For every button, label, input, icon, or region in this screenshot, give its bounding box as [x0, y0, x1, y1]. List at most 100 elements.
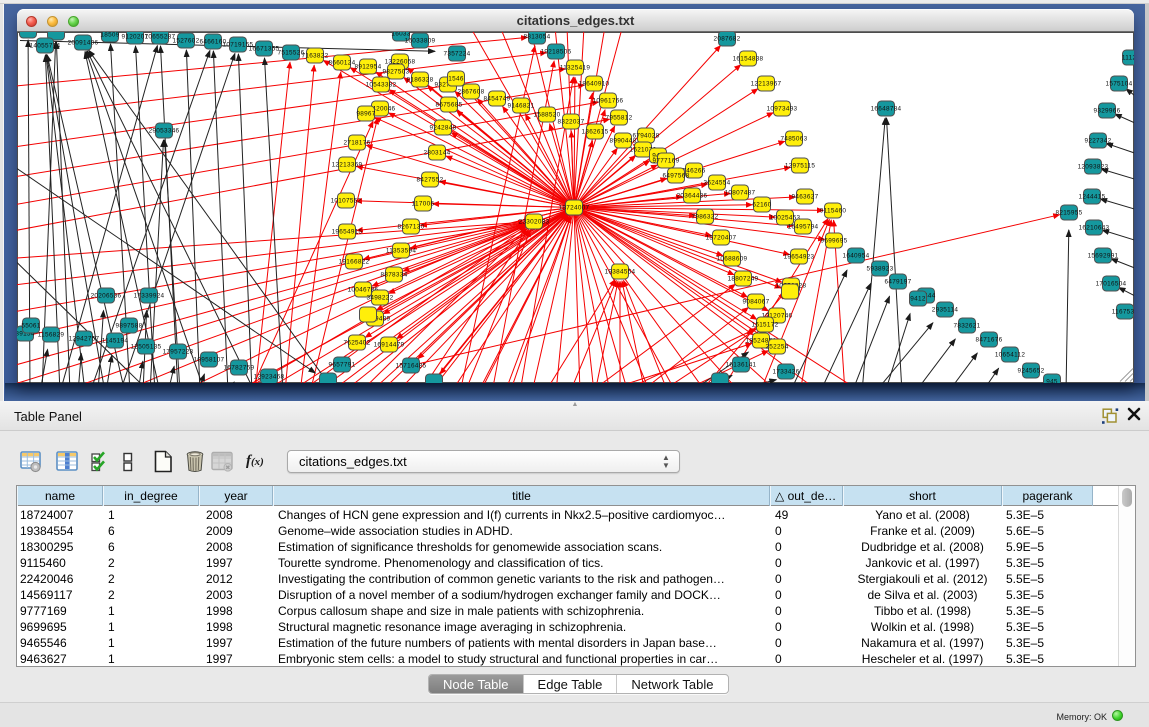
svg-text:2803144: 2803144	[424, 150, 451, 157]
svg-text:19654915: 19654915	[332, 229, 363, 236]
svg-text:15692991: 15692991	[1088, 253, 1119, 260]
svg-text:8912954: 8912954	[355, 64, 382, 71]
svg-text:19654923: 19654923	[784, 254, 815, 261]
svg-text:5938923: 5938923	[867, 266, 894, 273]
svg-text:8454749: 8454749	[484, 96, 511, 103]
svg-text:9115460: 9115460	[820, 208, 847, 215]
svg-text:12213967: 12213967	[751, 81, 782, 88]
svg-text:9897588: 9897588	[116, 323, 143, 330]
svg-text:98967: 98967	[356, 111, 375, 118]
svg-text:8322037: 8322037	[558, 119, 585, 126]
svg-text:18640910: 18640910	[579, 81, 610, 88]
svg-text:8215955: 8215955	[1056, 210, 1083, 217]
svg-text:10961766: 10961766	[593, 98, 624, 105]
svg-text:1615172: 1615172	[752, 322, 779, 329]
svg-text:17016504: 17016504	[1096, 281, 1127, 288]
svg-text:16210643: 16210643	[1079, 225, 1110, 232]
svg-text:8660124: 8660124	[329, 60, 356, 67]
svg-text:16671355: 16671355	[249, 46, 280, 53]
svg-text:9699695: 9699695	[821, 238, 848, 245]
svg-text:7357224: 7357224	[444, 51, 471, 58]
svg-text:1546: 1546	[448, 76, 464, 83]
svg-text:1575104: 1575104	[1106, 81, 1133, 88]
svg-text:9463627: 9463627	[792, 194, 819, 201]
svg-text:20364436: 20364436	[677, 193, 708, 200]
svg-text:9227342: 9227342	[1085, 138, 1112, 145]
svg-text:11325419: 11325419	[560, 65, 591, 72]
svg-text:10654112: 10654112	[995, 352, 1026, 359]
svg-text:8186328: 8186328	[407, 77, 434, 84]
svg-text:18724007: 18724007	[559, 205, 590, 212]
svg-text:6479197: 6479197	[885, 279, 912, 286]
svg-text:9146821: 9146821	[508, 103, 535, 110]
svg-text:12505135: 12505135	[131, 344, 162, 351]
svg-text:945: 945	[1046, 379, 1058, 383]
svg-text:17339924: 17339924	[134, 293, 165, 300]
svg-text:10655287: 10655287	[145, 34, 176, 41]
svg-text:3498222: 3498222	[367, 295, 394, 302]
svg-text:15716485: 15716485	[396, 363, 427, 370]
svg-text:10807487: 10807487	[725, 190, 756, 197]
svg-text:1588520: 1588520	[534, 112, 561, 119]
svg-text:8427552: 8427552	[417, 177, 444, 184]
svg-text:12213369: 12213369	[332, 162, 363, 169]
svg-text:2087682: 2087682	[714, 36, 741, 43]
svg-text:19166822: 19166822	[339, 259, 370, 266]
svg-text:7832621: 7832621	[954, 323, 981, 330]
svg-text:29053346: 29053346	[149, 128, 180, 135]
svg-text:8675685: 8675685	[436, 102, 463, 109]
svg-text:7986322: 7986322	[692, 214, 719, 221]
svg-text:20206536: 20206536	[91, 293, 122, 300]
svg-text:6497568: 6497568	[663, 173, 690, 180]
svg-text:1527602: 1527602	[173, 38, 200, 45]
svg-text:7625402: 7625402	[344, 340, 371, 347]
svg-text:1145194: 1145194	[102, 338, 129, 345]
svg-text:20091406: 20091406	[68, 40, 99, 47]
svg-text:16033809: 16033809	[405, 38, 436, 45]
svg-text:16136141: 16136141	[726, 362, 757, 369]
svg-text:11123: 11123	[1122, 55, 1134, 62]
svg-text:9329966: 9329966	[1094, 108, 1121, 115]
svg-text:12923468: 12923468	[254, 374, 285, 381]
svg-text:10973493: 10973493	[767, 106, 798, 113]
svg-text:7485063: 7485063	[781, 136, 808, 143]
svg-text:1733426: 1733426	[773, 369, 800, 376]
svg-text:1167533: 1167533	[1112, 309, 1134, 316]
svg-text:2935114: 2935114	[932, 307, 959, 314]
svg-text:18509: 18509	[100, 32, 119, 39]
svg-text:12093823: 12093823	[1078, 164, 1109, 171]
svg-text:9084067: 9084067	[743, 299, 770, 306]
svg-text:9827503: 9827503	[383, 69, 410, 76]
svg-text:8878334: 8878334	[381, 272, 408, 279]
svg-text:1640954: 1640954	[843, 253, 870, 260]
svg-text:62160: 62160	[752, 202, 771, 209]
svg-text:12975115: 12975115	[785, 163, 816, 170]
svg-text:55061: 55061	[21, 323, 40, 330]
svg-text:8267130: 8267130	[398, 224, 425, 231]
svg-text:16914479: 16914479	[374, 342, 405, 349]
svg-text:16782759: 16782759	[224, 365, 255, 372]
svg-text:9777169: 9777169	[653, 158, 680, 165]
svg-text:10958107: 10958107	[194, 357, 225, 364]
svg-text:9245652: 9245652	[1018, 368, 1045, 375]
svg-text:16495794: 16495794	[788, 224, 819, 231]
svg-text:2718176: 2718176	[344, 140, 371, 147]
svg-text:18807249: 18807249	[728, 276, 759, 283]
svg-text:9412: 9412	[910, 296, 926, 303]
svg-text:7955812: 7955812	[606, 115, 633, 122]
svg-text:14055714: 14055714	[30, 43, 61, 50]
svg-text:1362615: 1362615	[582, 129, 609, 136]
svg-text:6794028: 6794028	[633, 133, 660, 140]
svg-text:252254: 252254	[765, 344, 788, 351]
svg-text:15720407: 15720407	[706, 235, 737, 242]
svg-text:1156829: 1156829	[38, 332, 65, 339]
svg-text:12942757: 12942757	[69, 336, 100, 343]
svg-text:11353594: 11353594	[386, 248, 417, 255]
svg-text:8813054: 8813054	[524, 34, 551, 41]
svg-text:9242848: 9242848	[430, 125, 457, 132]
svg-text:3624554: 3624554	[704, 180, 731, 187]
svg-text:1244415: 1244415	[1079, 194, 1106, 201]
svg-text:16648784: 16648784	[871, 106, 902, 113]
svg-text:2867608: 2867608	[458, 89, 485, 96]
svg-text:17957223: 17957223	[163, 349, 194, 356]
